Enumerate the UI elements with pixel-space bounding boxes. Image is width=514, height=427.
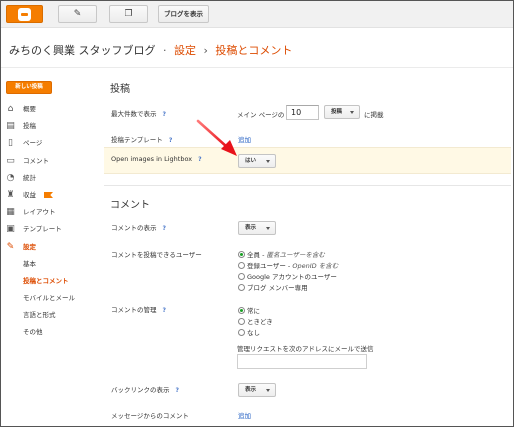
annotation-arrow-icon — [196, 119, 237, 156]
blogger-window: ✎ ❐ ブログを表示 みちのく興業 スタッフブログ · 設定 › 投稿とコメント… — [0, 0, 514, 427]
